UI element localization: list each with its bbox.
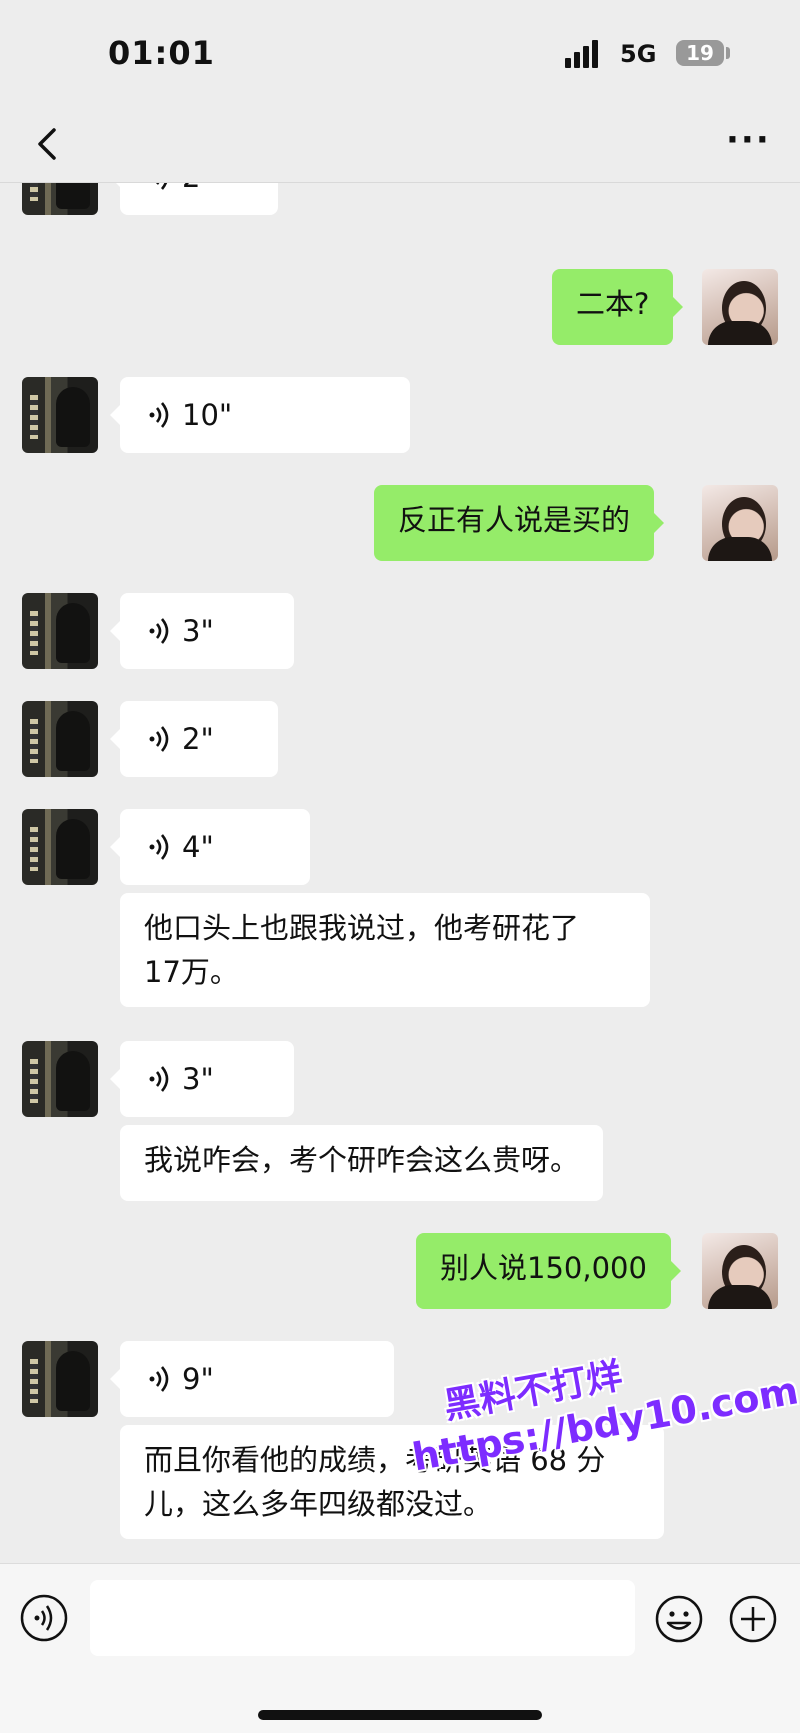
voice-icon xyxy=(149,618,169,644)
voice-icon xyxy=(149,1366,169,1392)
voice-message[interactable]: 10" xyxy=(110,377,410,453)
sent-message[interactable]: 二本? xyxy=(552,269,684,345)
voice-duration: 9" xyxy=(182,1362,214,1396)
received-message[interactable]: 而且你看他的成绩，考研英语 68 分 儿，这么多年四级都没过。 xyxy=(120,1425,664,1539)
plus-icon[interactable] xyxy=(728,1594,778,1644)
back-arrow-icon[interactable] xyxy=(28,124,68,164)
voice-message[interactable]: 3" xyxy=(110,1041,294,1117)
emoji-icon[interactable] xyxy=(654,1594,704,1644)
contact-avatar[interactable] xyxy=(22,809,98,885)
input-bar xyxy=(0,1563,800,1733)
chat-messages: 2" 二本? 10" 反正有人说是买的 3" 2" 4" 他口头上也跟我说过，他… xyxy=(0,183,800,1563)
chat-header: ··· xyxy=(0,110,800,183)
voice-icon xyxy=(149,834,169,860)
voice-message[interactable]: 3" xyxy=(110,593,294,669)
message-text: 二本? xyxy=(576,287,650,321)
contact-avatar[interactable] xyxy=(22,377,98,453)
status-bar: 01:01 5G 19 xyxy=(0,0,800,110)
voice-icon xyxy=(149,726,169,752)
contact-avatar[interactable] xyxy=(22,701,98,777)
message-text: 别人说150,000 xyxy=(440,1251,647,1285)
battery-level: 19 xyxy=(676,40,724,66)
voice-icon xyxy=(149,1066,169,1092)
received-message[interactable]: 他口头上也跟我说过，他考研花了 17万。 xyxy=(120,893,650,1007)
user-avatar[interactable] xyxy=(702,269,778,345)
voice-icon xyxy=(155,183,168,190)
contact-avatar[interactable] xyxy=(22,593,98,669)
voice-message[interactable]: 2" xyxy=(110,701,278,777)
voice-icon xyxy=(149,402,169,428)
voice-duration: 2" xyxy=(182,722,214,756)
voice-message[interactable]: 9" xyxy=(110,1341,394,1417)
contact-avatar[interactable] xyxy=(22,183,98,215)
sent-message[interactable]: 反正有人说是买的 xyxy=(374,485,665,561)
received-message[interactable]: 我说咋会，考个研咋会这么贵呀。 xyxy=(120,1125,604,1201)
message-text-line: 而且你看他的成绩，考研英语 68 分 xyxy=(144,1443,606,1477)
home-indicator[interactable] xyxy=(258,1710,542,1720)
user-avatar[interactable] xyxy=(702,1233,778,1309)
contact-avatar[interactable] xyxy=(22,1341,98,1417)
user-avatar[interactable] xyxy=(702,485,778,561)
network-type: 5G xyxy=(620,40,657,68)
contact-avatar[interactable] xyxy=(22,1041,98,1117)
voice-input-icon[interactable] xyxy=(20,1594,68,1642)
message-text: 反正有人说是买的 xyxy=(398,503,631,537)
signal-icon xyxy=(565,38,609,68)
status-time: 01:01 xyxy=(108,34,215,72)
voice-duration: 3" xyxy=(182,1062,214,1096)
message-text-line: 17万。 xyxy=(144,955,239,989)
message-text-line: 儿，这么多年四级都没过。 xyxy=(144,1487,493,1521)
voice-duration: 2" xyxy=(182,183,214,215)
voice-duration: 10" xyxy=(182,398,233,432)
message-input[interactable] xyxy=(90,1580,635,1656)
voice-message[interactable]: 4" xyxy=(110,809,310,885)
voice-duration: 3" xyxy=(182,614,214,648)
message-text-line: 他口头上也跟我说过，他考研花了 xyxy=(144,911,580,945)
message-text: 我说咋会，考个研咋会这么贵呀。 xyxy=(144,1143,580,1177)
battery-icon xyxy=(726,47,730,59)
more-options-button[interactable]: ··· xyxy=(726,123,769,160)
voice-duration: 4" xyxy=(182,830,214,864)
sent-message[interactable]: 别人说150,000 xyxy=(416,1233,681,1309)
voice-message[interactable]: 2" xyxy=(110,183,278,215)
